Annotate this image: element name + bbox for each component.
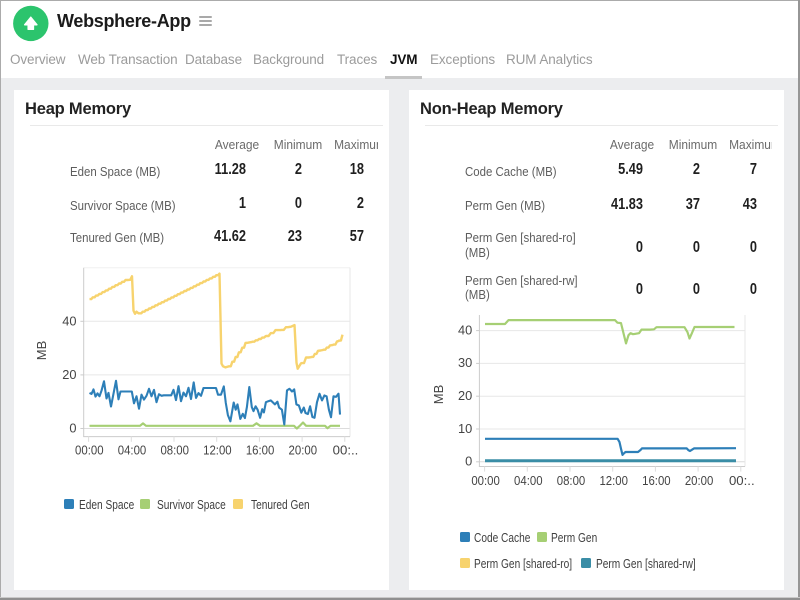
svg-text:12:00: 12:00 [203, 443, 232, 458]
svg-text:20: 20 [458, 388, 472, 403]
svg-text:04:00: 04:00 [514, 473, 543, 488]
svg-text:20:00: 20:00 [289, 443, 318, 458]
svg-text:16:00: 16:00 [642, 473, 671, 488]
svg-text:08:00: 08:00 [160, 443, 189, 458]
svg-text:00:00: 00:00 [471, 473, 500, 488]
svg-text:16:00: 16:00 [246, 443, 275, 458]
svg-text:0: 0 [465, 454, 472, 469]
svg-text:00:..: 00:.. [729, 473, 755, 488]
svg-text:MB: MB [34, 341, 49, 361]
svg-text:30: 30 [458, 355, 472, 370]
svg-text:10: 10 [458, 421, 472, 436]
svg-text:08:00: 08:00 [557, 473, 586, 488]
svg-text:0: 0 [69, 421, 76, 436]
svg-text:MB: MB [431, 385, 446, 405]
svg-text:40: 40 [62, 313, 76, 328]
svg-text:04:00: 04:00 [118, 443, 147, 458]
svg-text:20:00: 20:00 [685, 473, 714, 488]
svg-text:20: 20 [62, 367, 76, 382]
svg-text:12:00: 12:00 [599, 473, 628, 488]
svg-text:40: 40 [458, 322, 472, 337]
svg-text:00:00: 00:00 [75, 443, 104, 458]
svg-text:00:..: 00:.. [333, 443, 359, 458]
